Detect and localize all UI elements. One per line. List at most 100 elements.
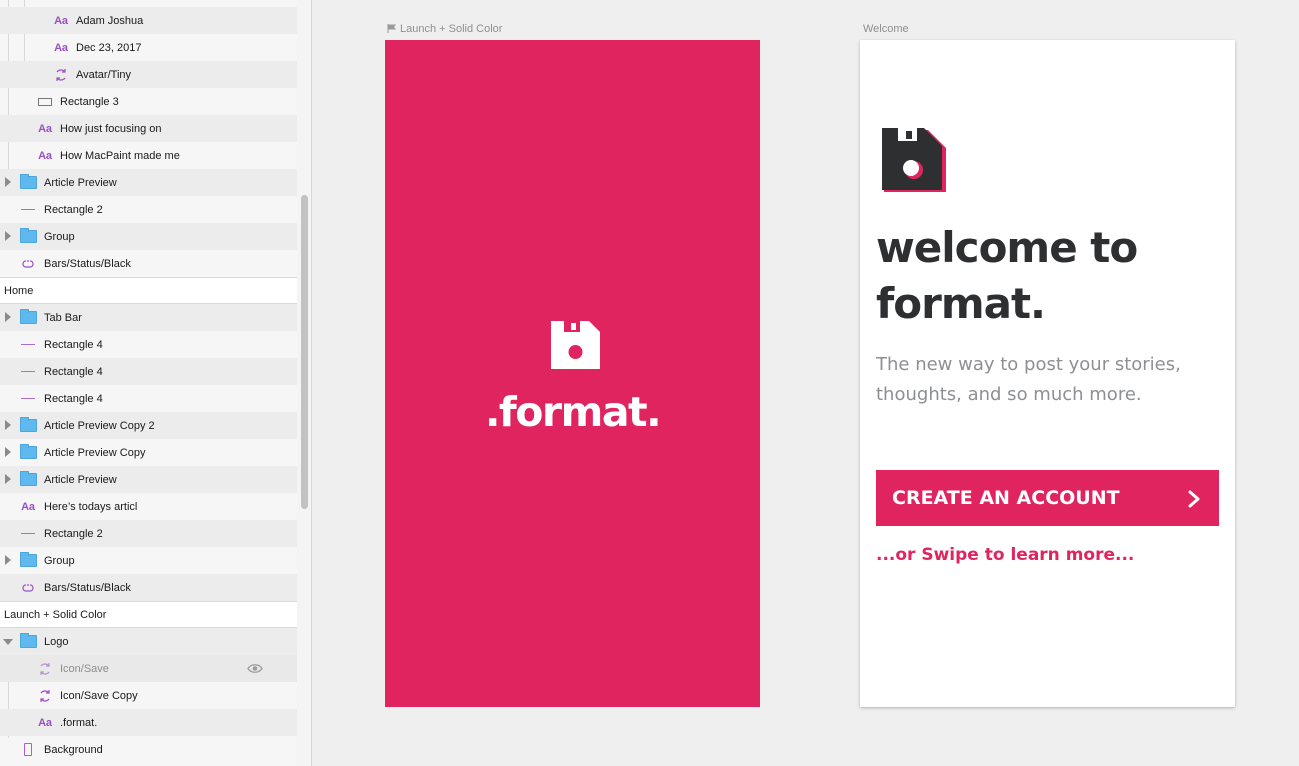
layer-label: Rectangle 2 <box>44 527 103 540</box>
heading-line-1: welcome to <box>876 223 1138 272</box>
layer-label: Rectangle 3 <box>60 95 119 108</box>
artboard-title-launch[interactable]: Launch + Solid Color <box>387 23 502 35</box>
disclosure-triangle-icon[interactable] <box>5 555 11 565</box>
text-layer-icon: Aa <box>38 149 52 162</box>
disclosure-triangle-open-icon[interactable] <box>3 639 13 645</box>
symbol-icon <box>36 687 54 705</box>
line-icon <box>19 363 37 381</box>
disclosure-triangle-icon[interactable] <box>5 420 11 430</box>
layer-label: Rectangle 4 <box>44 338 103 351</box>
folder-icon <box>19 552 37 570</box>
layer-label: .format. <box>60 716 98 729</box>
artboard-title-text: Launch + Solid Color <box>400 23 503 35</box>
layer-label: Adam Joshua <box>76 14 144 27</box>
disclosure-triangle-icon[interactable] <box>5 312 11 322</box>
flag-icon <box>387 24 396 33</box>
disclosure-triangle-icon[interactable] <box>5 231 11 241</box>
mobile-icon <box>19 741 37 759</box>
layer-row-icon-save-copy[interactable]: Icon/Save Copy <box>0 682 297 709</box>
line-icon <box>19 201 37 219</box>
layer-row-article-preview-copy[interactable]: Article Preview Copy <box>0 439 297 466</box>
layer-row-bars-status-black[interactable]: Bars/Status/Black <box>0 574 297 601</box>
artboard-section-launch[interactable]: Launch + Solid Color <box>0 601 297 628</box>
eye-icon[interactable] <box>247 663 263 674</box>
layer-row-rectangle-4[interactable]: Rectangle 4 <box>0 385 297 412</box>
layer-label: Article Preview <box>44 176 117 189</box>
layer-row-rectangle-2[interactable]: Rectangle 2 <box>0 196 297 223</box>
layer-row-how-just-focusing[interactable]: Aa How just focusing on <box>0 115 297 142</box>
layer-label: Group <box>44 230 75 243</box>
folder-icon <box>19 228 37 246</box>
layer-label: Article Preview <box>44 473 117 486</box>
line-icon <box>19 525 37 543</box>
artboard-title-text: Welcome <box>863 23 909 35</box>
folder-icon <box>19 471 37 489</box>
layer-row-adam-joshua[interactable]: Aa Adam Joshua <box>0 7 297 34</box>
layer-label: Rectangle 2 <box>44 203 103 216</box>
symbol-link-icon <box>19 579 37 597</box>
layer-row-group[interactable]: Group <box>0 547 297 574</box>
disclosure-triangle-icon[interactable] <box>5 474 11 484</box>
welcome-subtitle: The new way to post your stories, though… <box>876 354 1181 405</box>
layer-label: Rectangle 4 <box>44 392 103 405</box>
launch-artboard[interactable] <box>385 40 760 707</box>
artboard-section-home[interactable]: Home <box>0 277 297 304</box>
layer-label: Article Preview Copy <box>44 446 146 459</box>
create-account-label: CREATE AN ACCOUNT <box>892 487 1120 509</box>
disclosure-triangle-icon[interactable] <box>5 447 11 457</box>
layer-row-logo[interactable]: Logo <box>0 628 297 655</box>
line-icon <box>19 336 37 354</box>
layers-scrollbar-thumb[interactable] <box>301 195 308 509</box>
text-layer-icon: Aa <box>38 122 52 135</box>
layer-row-how-macpaint[interactable]: Aa How MacPaint made me <box>0 142 297 169</box>
layer-row-article-preview-copy-2[interactable]: Article Preview Copy 2 <box>0 412 297 439</box>
layer-row-rectangle-3[interactable]: Rectangle 3 <box>0 88 297 115</box>
folder-icon <box>19 417 37 435</box>
layer-row-heres-todays-article[interactable]: Aa Here’s todays articl <box>0 493 297 520</box>
artboard-title-welcome[interactable]: Welcome <box>863 23 909 35</box>
layer-row-rectangle-2[interactable]: Rectangle 2 <box>0 520 297 547</box>
layer-label: Article Preview Copy 2 <box>44 419 155 432</box>
layer-label: Group <box>44 554 75 567</box>
layer-label: Logo <box>44 635 69 648</box>
layer-row-date[interactable]: Aa Dec 23, 2017 <box>0 34 297 61</box>
symbol-link-icon <box>19 255 37 273</box>
disclosure-triangle-icon[interactable] <box>5 177 11 187</box>
layer-row-group[interactable]: Group <box>0 223 297 250</box>
save-icon <box>882 128 946 192</box>
text-layer-icon: Aa <box>38 716 52 729</box>
text-layer-icon: Aa <box>54 14 68 27</box>
layer-label: Bars/Status/Black <box>44 581 131 594</box>
heading-line-2: format. <box>876 279 1046 328</box>
layer-label: Tab Bar <box>44 311 82 324</box>
layer-row-tab-bar[interactable]: Tab Bar <box>0 304 297 331</box>
folder-icon <box>19 174 37 192</box>
folder-icon <box>19 444 37 462</box>
chevron-right-icon <box>1188 490 1200 508</box>
text-layer-icon: Aa <box>54 41 68 54</box>
rectangle-icon <box>36 93 54 111</box>
folder-icon <box>19 309 37 327</box>
layer-row-avatar-tiny[interactable]: Avatar/Tiny <box>0 61 297 88</box>
layer-row-article-preview[interactable]: Article Preview <box>0 169 297 196</box>
layer-row-bars-status-black[interactable]: Bars/Status/Black <box>0 250 297 277</box>
folder-icon <box>19 633 37 651</box>
text-layer-icon: Aa <box>21 500 35 513</box>
layer-label: Icon/Save <box>60 662 109 675</box>
launch-wordmark: .format. <box>484 388 662 436</box>
layer-label: How just focusing on <box>60 122 162 135</box>
layer-row-format-text[interactable]: Aa .format. <box>0 709 297 736</box>
welcome-heading: welcome to format. <box>876 220 1226 332</box>
layer-label: Background <box>44 743 103 756</box>
layer-row-article-preview[interactable]: Article Preview <box>0 466 297 493</box>
section-label: Home <box>4 284 34 297</box>
layer-row-background[interactable]: Background <box>0 736 297 763</box>
symbol-icon <box>36 660 54 678</box>
layers-panel: Aa Adam Joshua Aa Dec 23, 2017 Avatar/Ti… <box>0 0 297 766</box>
swipe-to-learn-link[interactable]: ...or Swipe to learn more... <box>876 545 1134 565</box>
layer-row-rectangle-4[interactable]: Rectangle 4 <box>0 331 297 358</box>
save-icon <box>551 321 600 369</box>
layer-row-icon-save[interactable]: Icon/Save <box>0 655 297 682</box>
layer-row-rectangle-4[interactable]: Rectangle 4 <box>0 358 297 385</box>
create-account-button[interactable]: CREATE AN ACCOUNT <box>876 470 1219 526</box>
